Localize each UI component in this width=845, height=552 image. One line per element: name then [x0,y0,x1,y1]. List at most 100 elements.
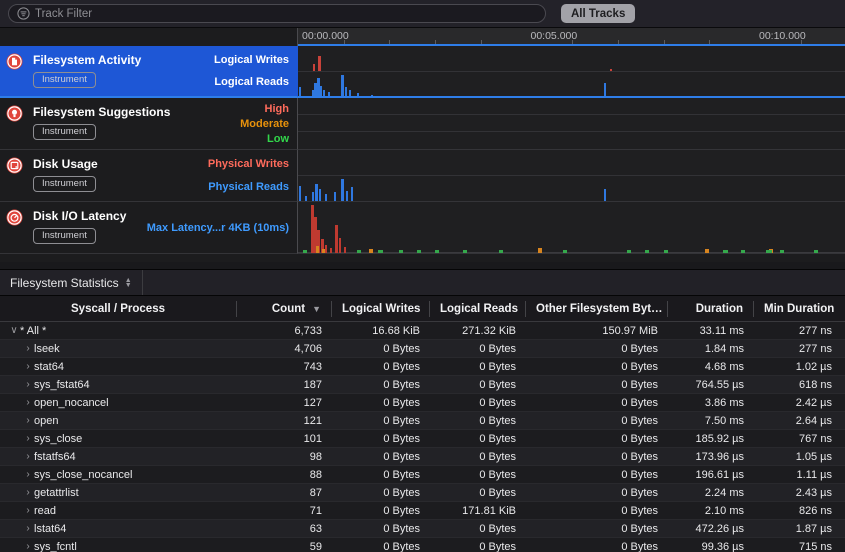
cell-lr: 0 Bytes [430,541,526,552]
table-row[interactable]: ›open_nocancel1270 Bytes0 Bytes0 Bytes3.… [0,394,845,412]
disclosure-collapsed-icon[interactable]: › [22,505,34,516]
graph-bar [323,90,325,98]
column-header-logical-reads[interactable]: Logical Reads [430,301,526,317]
cell-dur: 472.26 µs [668,523,754,535]
timeline-ruler[interactable]: 00:00.00000:05.00000:10.000 [298,28,845,46]
cell-other: 0 Bytes [526,505,668,517]
table-row[interactable]: ›read710 Bytes171.81 KiB0 Bytes2.10 ms82… [0,502,845,520]
track-filesystem-activity-header[interactable]: Filesystem Activity Instrument Logical W… [0,46,298,97]
cell-dur: 764.55 µs [668,379,754,391]
syscall-name: sys_fstat64 [34,379,90,391]
disclosure-collapsed-icon[interactable]: › [22,415,34,426]
cell-count: 4,706 [237,343,332,355]
cell-dur: 2.10 ms [668,505,754,517]
cell-other: 0 Bytes [526,433,668,445]
cell-lw: 0 Bytes [332,361,430,373]
track-filesystem-activity[interactable]: Filesystem Activity Instrument Logical W… [0,46,845,98]
table-row[interactable]: ›stat647430 Bytes0 Bytes0 Bytes4.68 ms1.… [0,358,845,376]
cell-other: 0 Bytes [526,379,668,391]
table-row[interactable]: ›sys_close_nocancel880 Bytes0 Bytes0 Byt… [0,466,845,484]
track-filter-input[interactable] [35,8,537,20]
ruler-tick [572,40,573,44]
graph-bar [322,249,325,253]
column-header-min-duration[interactable]: Min Duration [754,301,845,317]
table-row[interactable]: ›sys_fcntl590 Bytes0 Bytes0 Bytes99.36 µ… [0,538,845,552]
table-row[interactable]: ›fstatfs64980 Bytes0 Bytes0 Bytes173.96 … [0,448,845,466]
filesystem-suggestions-icon [6,105,23,127]
cell-min: 1.02 µs [754,361,845,373]
track-disk-io-latency[interactable]: Disk I/O Latency Instrument Max Latency.… [0,202,845,254]
track-title: Disk I/O Latency [33,209,126,223]
filesystem-activity-graph[interactable] [298,46,845,97]
cell-lw: 0 Bytes [332,469,430,481]
cell-min: 826 ns [754,505,845,517]
table-row[interactable]: ›getattrlist870 Bytes0 Bytes0 Bytes2.24 … [0,484,845,502]
cell-other: 0 Bytes [526,397,668,409]
table-row[interactable]: ›lseek4,7060 Bytes0 Bytes0 Bytes1.84 ms2… [0,340,845,358]
cell-lw: 0 Bytes [332,451,430,463]
table-row[interactable]: ›lstat64630 Bytes0 Bytes0 Bytes472.26 µs… [0,520,845,538]
track-disk-usage[interactable]: Disk Usage Instrument Physical Writes Ph… [0,150,845,202]
detail-view-selector[interactable]: Filesystem Statistics ▲▼ [0,270,143,295]
cell-lw: 16.68 KiB [332,325,430,337]
cell-dur: 173.96 µs [668,451,754,463]
graph-bar [723,250,728,253]
table-row[interactable]: ›sys_close1010 Bytes0 Bytes0 Bytes185.92… [0,430,845,448]
syscall-name: open [34,415,58,427]
disclosure-collapsed-icon[interactable]: › [22,469,34,480]
table-row[interactable]: ›sys_fstat641870 Bytes0 Bytes0 Bytes764.… [0,376,845,394]
all-tracks-button[interactable]: All Tracks [561,4,635,23]
cell-min: 2.42 µs [754,397,845,409]
disclosure-collapsed-icon[interactable]: › [22,397,34,408]
graph-bar [814,250,818,253]
column-header-other-filesystem-bytes[interactable]: Other Filesystem Byt… [526,301,668,317]
graph-bar [345,87,347,97]
graph-bar [705,249,709,253]
cell-count: 98 [237,451,332,463]
track-filter-field[interactable] [8,4,546,23]
column-header-logical-writes[interactable]: Logical Writes [332,301,430,317]
cell-lw: 0 Bytes [332,433,430,445]
disclosure-collapsed-icon[interactable]: › [22,343,34,354]
ruler-tick [664,40,665,44]
disclosure-expanded-icon[interactable]: ∨ [8,325,20,336]
graph-bar [664,250,668,253]
disclosure-collapsed-icon[interactable]: › [22,433,34,444]
column-header-syscall-process[interactable]: Syscall / Process [0,301,237,317]
disclosure-collapsed-icon[interactable]: › [22,361,34,372]
timeline-area: 00:00.00000:05.00000:10.000 Filesy [0,28,845,262]
disclosure-collapsed-icon[interactable]: › [22,451,34,462]
column-header-count[interactable]: Count▼ [237,301,332,317]
lane-label-max-latency: Max Latency...r 4KB (10ms) [147,222,289,234]
filter-icon [17,7,30,20]
ruler-tick [435,40,436,44]
lane-label-logical-reads: Logical Reads [214,76,289,88]
cell-other: 0 Bytes [526,361,668,373]
track-disk-usage-header[interactable]: Disk Usage Instrument Physical Writes Ph… [0,150,298,202]
track-filesystem-suggestions[interactable]: Filesystem Suggestions Instrument High M… [0,98,845,150]
track-disk-io-latency-header[interactable]: Disk I/O Latency Instrument Max Latency.… [0,202,298,254]
graph-bar [325,245,327,253]
disclosure-collapsed-icon[interactable]: › [22,487,34,498]
disclosure-collapsed-icon[interactable]: › [22,523,34,534]
table-row[interactable]: ∨* All *6,73316.68 KiB271.32 KiB150.97 M… [0,322,845,340]
disclosure-collapsed-icon[interactable]: › [22,541,34,552]
cell-min: 2.43 µs [754,487,845,499]
cell-lr: 0 Bytes [430,379,526,391]
graph-bar [313,64,315,72]
cell-lr: 0 Bytes [430,487,526,499]
disk-usage-graph[interactable] [298,150,845,202]
ruler-tick [709,40,710,44]
table-row[interactable]: ›open1210 Bytes0 Bytes0 Bytes7.50 ms2.64… [0,412,845,430]
lane-label-moderate: Moderate [240,118,289,130]
column-header-duration[interactable]: Duration [668,301,754,317]
disk-usage-icon [6,157,23,179]
graph-bar [325,194,327,201]
cell-dur: 33.11 ms [668,325,754,337]
graph-bar [305,196,307,202]
track-filesystem-suggestions-header[interactable]: Filesystem Suggestions Instrument High M… [0,98,298,150]
filesystem-suggestions-graph[interactable] [298,98,845,150]
disk-io-latency-graph[interactable] [298,202,845,254]
disclosure-collapsed-icon[interactable]: › [22,379,34,390]
cell-lw: 0 Bytes [332,487,430,499]
